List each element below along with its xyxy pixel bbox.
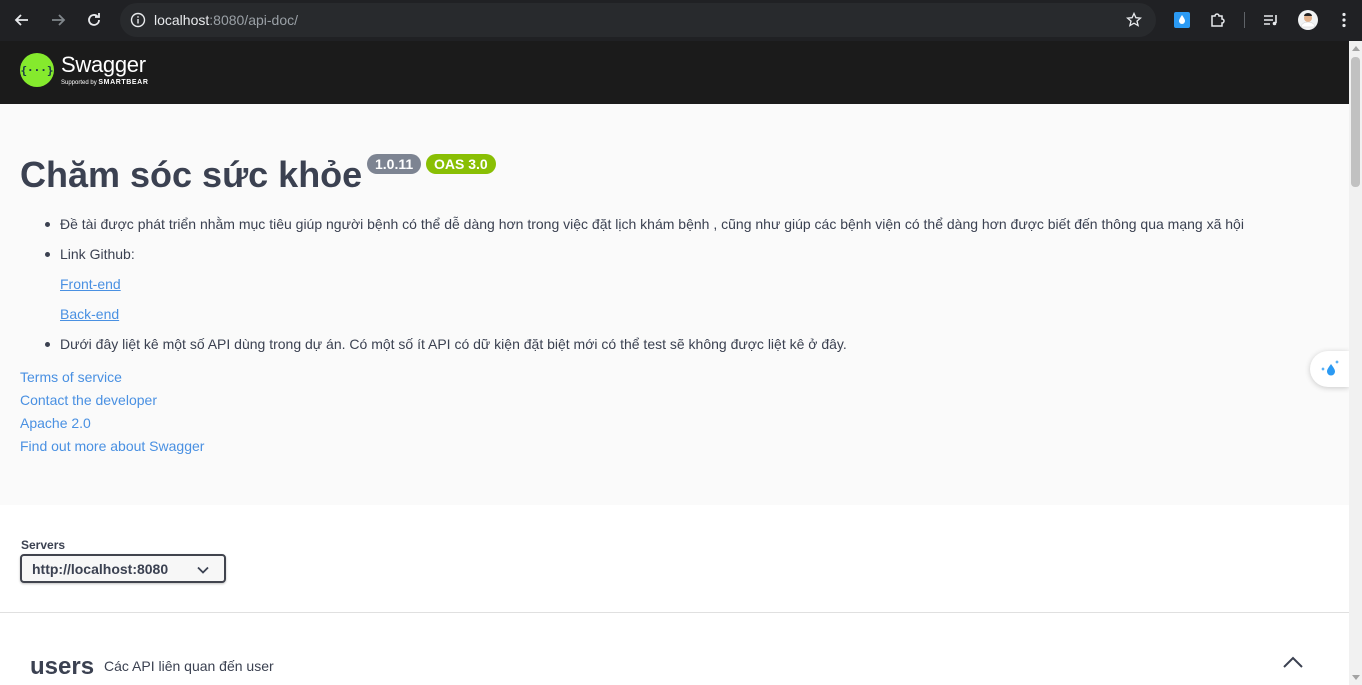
toolbar-divider [1244, 12, 1245, 28]
queue-music-icon [1264, 15, 1277, 26]
media-control-button[interactable] [1259, 8, 1283, 32]
servers-label: Servers [21, 538, 66, 552]
license-link[interactable]: Apache 2.0 [20, 413, 204, 436]
description-item: Đề tài được phát triển nhằm mục tiêu giú… [20, 214, 1244, 244]
scroll-down-arrow[interactable] [1352, 675, 1360, 680]
browser-toolbar: localhost:8080/api-doc/ [0, 0, 1362, 41]
reload-icon [88, 13, 100, 26]
api-title: Chăm sóc sức khỏe [20, 154, 363, 195]
more-vertical-icon [1342, 12, 1346, 28]
server-select[interactable]: http://localhost:8080 [20, 554, 226, 583]
scroll-up-arrow[interactable] [1352, 46, 1360, 51]
server-select-value: http://localhost:8080 [32, 560, 169, 577]
chevron-up-icon [1283, 656, 1303, 668]
description-item: Link Github: [20, 244, 1244, 274]
collapse-tag-button[interactable] [1282, 655, 1304, 674]
backend-github-link[interactable]: Back-end [60, 306, 119, 322]
profile-avatar[interactable] [1296, 8, 1320, 32]
sparkle-droplet-icon [1320, 360, 1339, 376]
page-scrollbar[interactable] [1349, 41, 1362, 685]
droplet-icon [1174, 12, 1190, 28]
swagger-logo-icon: {···} [20, 53, 54, 87]
swagger-logo-name: Swagger [61, 52, 146, 77]
info-links: Terms of service Contact the developer A… [20, 367, 204, 459]
floating-extension-widget[interactable] [1310, 351, 1349, 387]
forward-button[interactable] [46, 8, 70, 32]
extensions-button[interactable] [1206, 8, 1230, 32]
tag-name[interactable]: users [30, 653, 94, 681]
tag-users-section[interactable]: users Các API liên quan đến user [0, 614, 1349, 685]
description-item: Front-end [20, 274, 1244, 304]
oas-version-badge: OAS 3.0 [426, 154, 496, 174]
avatar-icon [1298, 10, 1318, 30]
puzzle-icon [1211, 13, 1225, 27]
swagger-logo-subtitle: Supported by SMARTBEAR [61, 79, 149, 86]
external-docs-link[interactable]: Find out more about Swagger [20, 436, 204, 459]
swagger-logo-link[interactable]: {···} Swagger Supported by SMARTBEAR [20, 53, 149, 87]
frontend-github-link[interactable]: Front-end [60, 276, 121, 292]
contact-developer-link[interactable]: Contact the developer [20, 390, 204, 413]
api-info-section: Chăm sóc sức khỏe 1.0.11 OAS 3.0 Đề tài … [0, 104, 1349, 505]
address-bar[interactable]: localhost:8080/api-doc/ [120, 3, 1156, 37]
swagger-topbar: {···} Swagger Supported by SMARTBEAR [0, 41, 1349, 104]
back-button[interactable] [10, 8, 34, 32]
browser-menu-button[interactable] [1332, 8, 1356, 32]
tag-description: Các API liên quan đến user [104, 658, 274, 674]
description-item: Back-end [20, 304, 1244, 334]
scrollbar-thumb[interactable] [1351, 57, 1360, 187]
arrow-right-icon [52, 14, 66, 26]
url-text: localhost:8080/api-doc/ [154, 12, 298, 28]
terms-of-service-link[interactable]: Terms of service [20, 367, 204, 390]
chevron-down-icon [197, 566, 209, 574]
api-description: Đề tài được phát triển nhằm mục tiêu giú… [20, 214, 1244, 364]
servers-section: Servers http://localhost:8080 [0, 505, 1349, 613]
reload-button[interactable] [82, 8, 106, 32]
arrow-left-icon [14, 14, 28, 26]
description-item: Dưới đây liệt kê một số API dùng trong d… [20, 334, 1244, 364]
version-badge: 1.0.11 [367, 154, 422, 174]
bookmark-star-icon[interactable] [1126, 12, 1142, 28]
site-info-icon[interactable] [130, 12, 146, 28]
extension-droplet-button[interactable] [1170, 8, 1194, 32]
